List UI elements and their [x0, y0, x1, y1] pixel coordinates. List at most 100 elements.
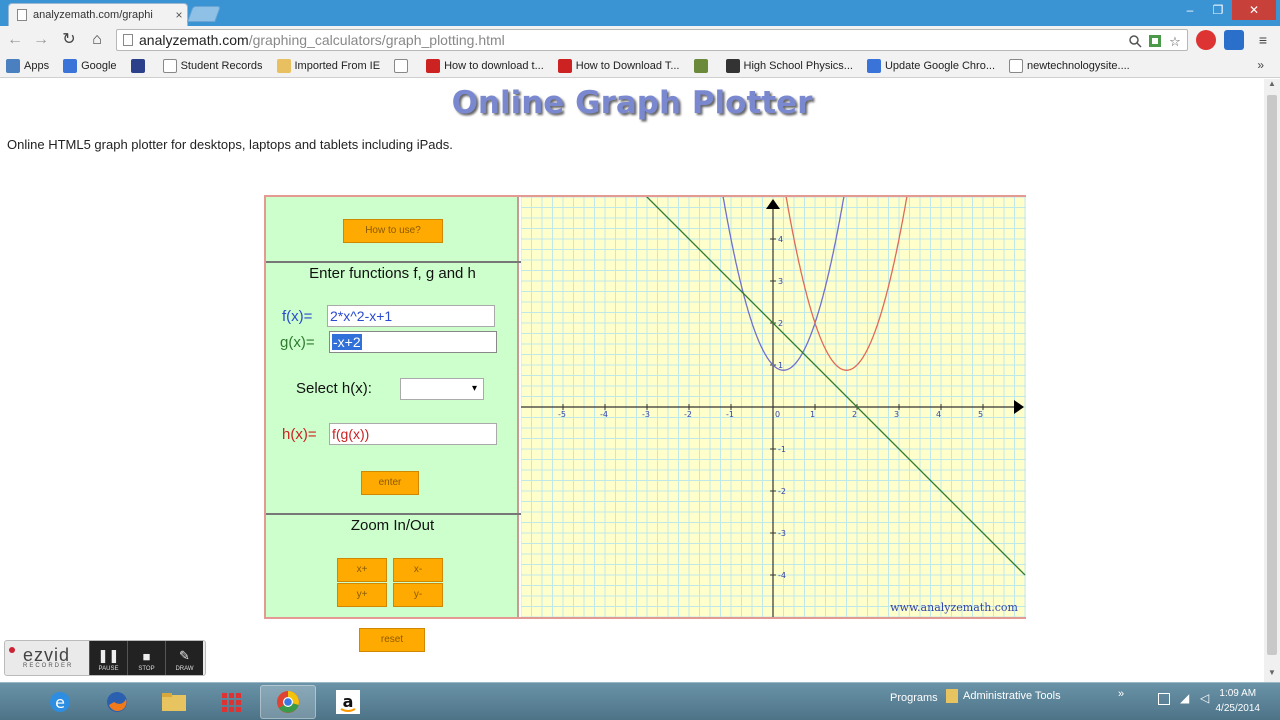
- scrollbar[interactable]: ▲ ▼: [1264, 79, 1280, 682]
- tray-programs[interactable]: Programs: [890, 692, 938, 704]
- star-icon[interactable]: ☆: [1167, 34, 1183, 50]
- enter-button[interactable]: enter: [361, 471, 419, 495]
- bookmark-item[interactable]: Update Google Chro...: [866, 58, 995, 73]
- page-subtitle: Online HTML5 graph plotter for desktops,…: [7, 137, 453, 152]
- h-label: h(x)=: [282, 426, 317, 443]
- extension-icon[interactable]: [1147, 34, 1163, 50]
- bookmark-item[interactable]: Imported From IE: [276, 58, 380, 73]
- x-tick-label: 1: [810, 410, 815, 419]
- bookmark-item[interactable]: How to Download T...: [557, 58, 680, 73]
- recorder-stop-button[interactable]: ■ STOP: [127, 641, 165, 675]
- apps-icon: [6, 58, 20, 73]
- folder-icon: [276, 58, 291, 73]
- select-h-label: Select h(x):: [296, 380, 372, 397]
- page-viewport: Online Graph Plotter Online HTML5 graph …: [0, 79, 1264, 682]
- bookmark-item[interactable]: Google: [63, 58, 117, 73]
- zoom-x-in-button[interactable]: x+: [337, 558, 387, 582]
- page-icon: [1009, 58, 1024, 73]
- bookmark-item[interactable]: [693, 58, 712, 73]
- svg-text:a: a: [343, 692, 354, 711]
- new-tab-button[interactable]: [187, 6, 221, 22]
- tab-title: analyzemath.com/graphi: [33, 9, 153, 21]
- how-to-use-button[interactable]: How to use?: [343, 219, 443, 243]
- google-icon: [866, 58, 881, 73]
- file-explorer-icon[interactable]: [146, 685, 202, 719]
- plot-watermark: www.analyzemath.com: [890, 601, 1018, 614]
- bookmark-item[interactable]: newtechnologysite....: [1009, 58, 1130, 73]
- scroll-up-icon[interactable]: ▲: [1264, 79, 1280, 93]
- bookmark-item[interactable]: Apps: [6, 58, 49, 73]
- h-select[interactable]: ▾: [400, 378, 484, 400]
- close-window-icon[interactable]: ✕: [1232, 0, 1276, 20]
- chrome-icon[interactable]: [260, 685, 316, 719]
- bookmarks-more-icon[interactable]: »: [1257, 58, 1264, 72]
- tray-admin-tools[interactable]: Administrative Tools: [963, 690, 1061, 702]
- reload-icon[interactable]: ↻: [58, 30, 80, 50]
- x-tick-label: 4: [936, 410, 941, 419]
- graph-canvas[interactable]: -5 -4 -3 -2 -1 1 2 3 4 5-4-3-2-112340www.analyzem…: [521, 197, 1026, 617]
- graph-plotter-app: How to use? Enter functions f, g and h f…: [264, 195, 1026, 619]
- x-tick-label: -1: [726, 410, 734, 419]
- y-tick-label: -1: [778, 445, 786, 454]
- home-icon[interactable]: ⌂: [86, 30, 108, 50]
- browser-toolbar: ← → ↻ ⌂ analyzemath.com/graphing_calcula…: [0, 26, 1280, 54]
- zoom-x-out-button[interactable]: x-: [393, 558, 443, 582]
- tab-strip: analyzemath.com/graphi × – ❐ ✕: [0, 0, 1280, 26]
- ie-icon[interactable]: e: [32, 685, 88, 719]
- record-dot-icon: [9, 647, 15, 653]
- f-input[interactable]: 2*x^2-x+1: [327, 305, 495, 327]
- f-label: f(x)=: [282, 308, 313, 325]
- minimize-icon[interactable]: –: [1176, 0, 1204, 20]
- tray-overflow-icon[interactable]: »: [1118, 688, 1124, 700]
- bookmark-item[interactable]: [130, 58, 149, 73]
- network-icon[interactable]: [1158, 693, 1170, 705]
- y-tick-label: -3: [778, 529, 786, 538]
- taskbar: e a Programs Administrative Tools » ◢ ◁ …: [0, 682, 1280, 720]
- tab-close-icon[interactable]: ×: [171, 8, 187, 22]
- bookmark-item[interactable]: How to download t...: [426, 58, 544, 73]
- divider: [266, 261, 544, 263]
- origin-label: 0: [775, 410, 780, 419]
- zoom-heading: Zoom In/Out: [350, 517, 435, 534]
- bookmark-item[interactable]: Student Records: [162, 58, 263, 73]
- extension-icon[interactable]: [1196, 30, 1216, 50]
- bookmark-item[interactable]: High School Physics...: [725, 58, 853, 73]
- recorder-pause-button[interactable]: ❚❚ PAUSE: [89, 641, 127, 675]
- recorder-draw-button[interactable]: ✎ DRAW: [165, 641, 203, 675]
- signal-icon[interactable]: ◢: [1180, 691, 1189, 705]
- bookmark-item[interactable]: [394, 58, 412, 73]
- y-tick-label: 4: [778, 235, 783, 244]
- tab-active[interactable]: analyzemath.com/graphi ×: [8, 3, 188, 26]
- pause-icon: ❚❚: [97, 648, 120, 663]
- divider: [266, 513, 544, 515]
- search-icon[interactable]: [1127, 34, 1143, 50]
- window-controls: – ❐ ✕: [1176, 0, 1276, 20]
- x-tick-label: 3: [894, 410, 899, 419]
- svg-text:e: e: [55, 693, 65, 712]
- firefox-icon[interactable]: [89, 685, 145, 719]
- menu-icon[interactable]: ≡: [1252, 30, 1274, 50]
- scroll-down-icon[interactable]: ▼: [1264, 668, 1280, 682]
- site-icon: [725, 58, 740, 73]
- scroll-thumb[interactable]: [1267, 95, 1277, 655]
- zoom-y-in-button[interactable]: y+: [337, 583, 387, 607]
- amazon-icon[interactable]: a: [320, 685, 376, 719]
- address-bar[interactable]: analyzemath.com/graphing_calculators/gra…: [116, 29, 1188, 51]
- bookmarks-bar: Apps Google Student Records Imported Fro…: [0, 54, 1280, 78]
- apps-grid-icon[interactable]: [203, 685, 259, 719]
- volume-icon[interactable]: ◁: [1200, 691, 1209, 705]
- system-clock[interactable]: 1:09 AM 4/25/2014: [1216, 686, 1261, 716]
- enter-functions-heading: Enter functions f, g and h: [309, 265, 476, 282]
- reset-wrap: reset: [359, 628, 425, 652]
- y-tick-label: 2: [778, 319, 783, 328]
- extension-icon[interactable]: [1224, 30, 1244, 50]
- zoom-y-out-button[interactable]: y-: [393, 583, 443, 607]
- g-input[interactable]: -x+2: [329, 331, 497, 353]
- pencil-icon: ✎: [179, 648, 190, 663]
- reset-button[interactable]: reset: [359, 628, 425, 652]
- x-tick-label: -3: [642, 410, 650, 419]
- forward-icon[interactable]: →: [30, 30, 52, 50]
- restore-icon[interactable]: ❐: [1204, 0, 1232, 20]
- back-icon[interactable]: ←: [4, 30, 26, 50]
- h-input[interactable]: f(g(x)): [329, 423, 497, 445]
